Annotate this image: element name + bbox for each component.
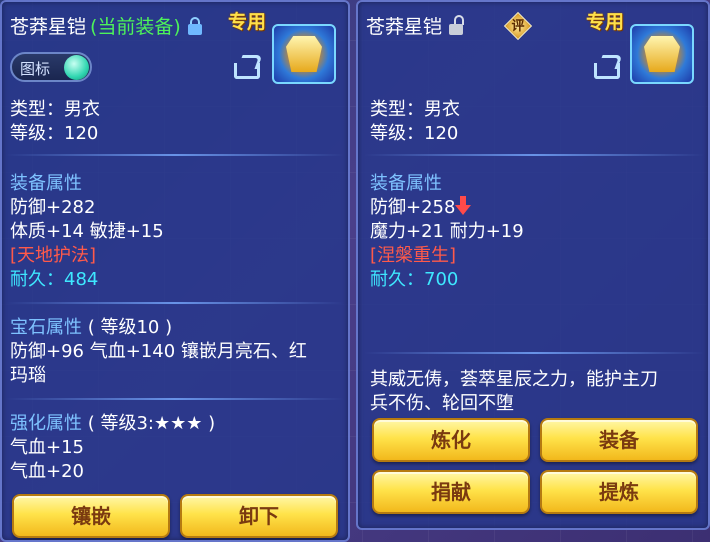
enhance-attr-header: 强化属性 ( 等级3:★★★ ) bbox=[10, 412, 215, 436]
enhance-line-1: 气血+15 bbox=[10, 437, 84, 458]
item-title: 苍莽星铠 bbox=[366, 12, 465, 39]
armor-item-icon bbox=[630, 24, 694, 84]
divider bbox=[6, 398, 344, 400]
decrease-arrow-icon bbox=[455, 196, 472, 216]
durability: 耐久：700 bbox=[370, 268, 458, 292]
refine-button[interactable]: 炼化 bbox=[372, 418, 530, 462]
stats-line: 魔力+21 耐力+19 bbox=[370, 221, 524, 242]
type-line: 类型：男衣 bbox=[10, 99, 100, 120]
item-name: 苍莽星铠 bbox=[366, 16, 443, 38]
exclusive-label: 专用 bbox=[228, 11, 267, 33]
defense-stat-line: 防御+258 bbox=[370, 196, 472, 220]
stats-line: 体质+14 敏捷+15 bbox=[10, 221, 164, 242]
level-line: 等级：120 bbox=[10, 123, 99, 144]
gem-line-1: 防御+96 气血+140 镶嵌月亮石、红 bbox=[10, 341, 307, 362]
compare-item-panel: 苍莽星铠 评 专用 类型：男衣 等级：120 装备属性 防御+258 魔力+21… bbox=[356, 0, 710, 530]
armor-item-icon bbox=[272, 24, 336, 84]
equip-attr-title: 装备属性 bbox=[370, 173, 442, 194]
divider bbox=[6, 154, 344, 156]
durability: 耐久：484 bbox=[10, 268, 98, 292]
item-name: 苍莽星铠 bbox=[10, 16, 87, 38]
icon-toggle-label: 图标 bbox=[20, 60, 51, 78]
divider bbox=[364, 352, 704, 354]
defense-stat: 防御+282 bbox=[10, 197, 96, 218]
toggle-knob bbox=[64, 55, 89, 80]
special-skill: [天地护法] bbox=[10, 245, 97, 266]
type-line: 类型：男衣 bbox=[370, 99, 460, 120]
divider bbox=[6, 302, 344, 304]
unlock-icon[interactable] bbox=[448, 14, 465, 36]
enhance-level: ( 等级3:★★★ ) bbox=[87, 413, 216, 434]
donate-button[interactable]: 捐献 bbox=[372, 470, 530, 514]
gem-attr-title: 宝石属性 bbox=[10, 317, 82, 338]
equip-attr-title: 装备属性 bbox=[10, 173, 82, 194]
gem-attr-header: 宝石属性 ( 等级10 ) bbox=[10, 316, 172, 340]
share-icon[interactable] bbox=[592, 55, 623, 79]
divider bbox=[364, 154, 704, 156]
unequip-button[interactable]: 卸下 bbox=[180, 494, 338, 538]
exclusive-label: 专用 bbox=[586, 11, 625, 33]
special-skill: [涅槃重生] bbox=[370, 245, 457, 266]
icon-toggle[interactable]: 图标 bbox=[10, 52, 92, 82]
equipped-tag: (当前装备) bbox=[90, 16, 181, 38]
equipped-item-panel: 苍莽星铠 (当前装备) 专用 图标 类型：男衣 等级：120 装备属性 防御+28… bbox=[0, 0, 350, 542]
review-char: 评 bbox=[511, 19, 525, 34]
item-title: 苍莽星铠 (当前装备) bbox=[10, 12, 203, 39]
durability-value: 484 bbox=[64, 269, 99, 290]
inlay-button[interactable]: 镶嵌 bbox=[12, 494, 170, 538]
level-line: 等级：120 bbox=[370, 123, 459, 144]
share-icon[interactable] bbox=[232, 55, 263, 79]
durability-value: 700 bbox=[424, 269, 459, 290]
equip-button[interactable]: 装备 bbox=[540, 418, 698, 462]
enhance-line-2: 气血+20 bbox=[10, 461, 84, 482]
description-line-2: 兵不伤、轮回不堕 bbox=[370, 393, 514, 414]
gem-line-2: 玛瑙 bbox=[10, 365, 46, 386]
description-line-1: 其威无俦，荟萃星辰之力，能护主刀 bbox=[370, 369, 658, 390]
enhance-attr-title: 强化属性 bbox=[10, 413, 82, 434]
gem-level: ( 等级10 ) bbox=[87, 317, 173, 338]
extract-button[interactable]: 提炼 bbox=[540, 470, 698, 514]
lock-icon[interactable] bbox=[187, 16, 203, 36]
defense-stat: 防御+258 bbox=[370, 197, 456, 218]
durability-label: 耐久： bbox=[370, 269, 424, 290]
review-icon[interactable]: 评 bbox=[503, 11, 533, 41]
durability-label: 耐久： bbox=[10, 269, 64, 290]
